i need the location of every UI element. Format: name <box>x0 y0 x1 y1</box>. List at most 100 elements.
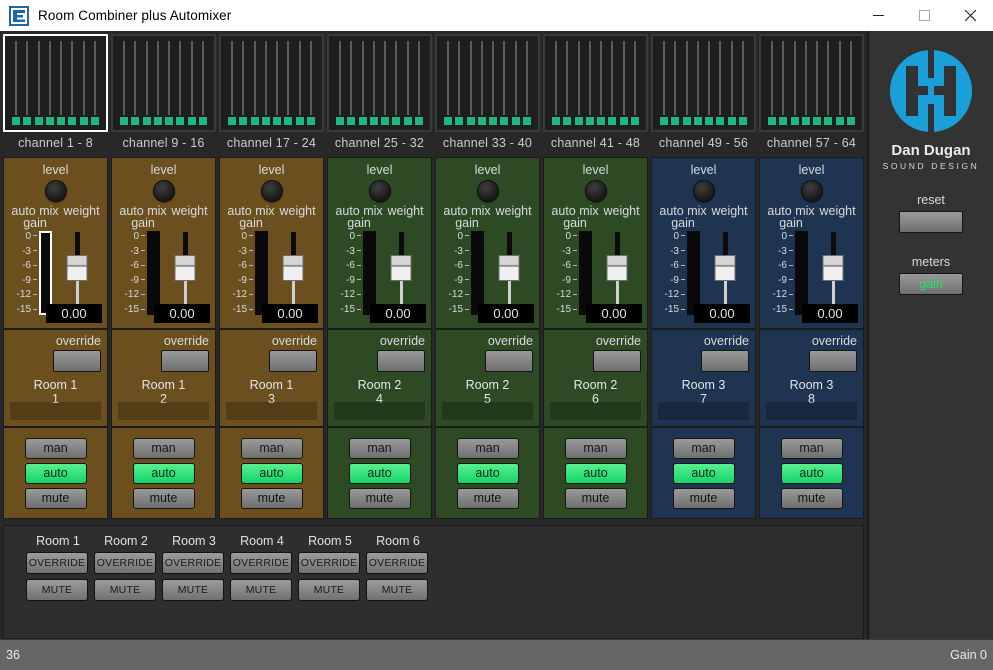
minimize-icon[interactable] <box>855 0 901 31</box>
weight-slider[interactable] <box>268 231 318 315</box>
mode-button-man[interactable]: man <box>564 437 627 459</box>
override-button[interactable] <box>377 350 425 372</box>
weight-slider-handle[interactable] <box>714 255 736 281</box>
override-button[interactable] <box>593 350 641 372</box>
mode-button-mute[interactable]: mute <box>456 487 519 509</box>
mode-button-auto[interactable]: auto <box>132 462 195 484</box>
weight-slider[interactable] <box>52 231 102 315</box>
level-knob[interactable] <box>44 180 67 202</box>
auto-mix-gain-meter[interactable] <box>795 231 808 315</box>
channel-tab-3[interactable]: channel 17 - 24 <box>219 34 324 157</box>
weight-value-field[interactable]: 0.00 <box>694 304 750 323</box>
meters-mode-button[interactable]: gain <box>899 273 963 295</box>
weight-value-field[interactable]: 0.00 <box>586 304 642 323</box>
override-button[interactable] <box>161 350 209 372</box>
level-knob[interactable] <box>152 180 175 202</box>
weight-slider-handle[interactable] <box>606 255 628 281</box>
mode-button-auto[interactable]: auto <box>564 462 627 484</box>
auto-mix-gain-meter[interactable] <box>39 231 52 315</box>
mode-button-mute[interactable]: mute <box>240 487 303 509</box>
weight-slider-handle[interactable] <box>822 255 844 281</box>
mode-button-auto[interactable]: auto <box>672 462 735 484</box>
weight-slider-handle[interactable] <box>66 255 88 281</box>
room-override-button[interactable]: OVERRIDE <box>366 552 428 574</box>
auto-mix-gain-meter[interactable] <box>687 231 700 315</box>
room-override-button[interactable]: OVERRIDE <box>162 552 224 574</box>
room-mute-button[interactable]: MUTE <box>366 579 428 601</box>
room-mute-button[interactable]: MUTE <box>26 579 88 601</box>
mode-button-mute[interactable]: mute <box>564 487 627 509</box>
channel-tab-4[interactable]: channel 25 - 32 <box>327 34 432 157</box>
weight-value-field[interactable]: 0.00 <box>262 304 318 323</box>
room-override-button[interactable]: OVERRIDE <box>94 552 156 574</box>
mode-button-mute[interactable]: mute <box>24 487 87 509</box>
weight-slider[interactable] <box>376 231 426 315</box>
mode-button-auto[interactable]: auto <box>780 462 843 484</box>
maximize-icon[interactable] <box>901 0 947 31</box>
channel-name-field[interactable] <box>10 402 101 420</box>
level-knob[interactable] <box>368 180 391 202</box>
weight-slider[interactable] <box>808 231 858 315</box>
auto-mix-gain-meter[interactable] <box>579 231 592 315</box>
mode-button-man[interactable]: man <box>672 437 735 459</box>
room-override-button[interactable]: OVERRIDE <box>230 552 292 574</box>
close-icon[interactable] <box>947 0 993 31</box>
weight-slider[interactable] <box>700 231 750 315</box>
mode-button-mute[interactable]: mute <box>672 487 735 509</box>
auto-mix-gain-meter[interactable] <box>363 231 376 315</box>
channel-name-field[interactable] <box>658 402 749 420</box>
mode-button-man[interactable]: man <box>780 437 843 459</box>
mode-button-man[interactable]: man <box>456 437 519 459</box>
channel-tab-7[interactable]: channel 49 - 56 <box>651 34 756 157</box>
mode-button-mute[interactable]: mute <box>348 487 411 509</box>
weight-value-field[interactable]: 0.00 <box>370 304 426 323</box>
override-button[interactable] <box>485 350 533 372</box>
channel-name-field[interactable] <box>766 402 857 420</box>
room-mute-button[interactable]: MUTE <box>162 579 224 601</box>
override-button[interactable] <box>269 350 317 372</box>
level-knob[interactable] <box>584 180 607 202</box>
weight-slider[interactable] <box>160 231 210 315</box>
room-override-button[interactable]: OVERRIDE <box>298 552 360 574</box>
channel-tab-1[interactable]: channel 1 - 8 <box>3 34 108 157</box>
room-mute-button[interactable]: MUTE <box>230 579 292 601</box>
weight-value-field[interactable]: 0.00 <box>154 304 210 323</box>
channel-name-field[interactable] <box>118 402 209 420</box>
reset-button[interactable] <box>899 211 963 233</box>
mode-button-man[interactable]: man <box>348 437 411 459</box>
channel-name-field[interactable] <box>226 402 317 420</box>
level-knob[interactable] <box>692 180 715 202</box>
auto-mix-gain-meter[interactable] <box>255 231 268 315</box>
channel-tab-2[interactable]: channel 9 - 16 <box>111 34 216 157</box>
channel-name-field[interactable] <box>334 402 425 420</box>
channel-tab-8[interactable]: channel 57 - 64 <box>759 34 864 157</box>
auto-mix-gain-meter[interactable] <box>471 231 484 315</box>
weight-value-field[interactable]: 0.00 <box>46 304 102 323</box>
mode-button-mute[interactable]: mute <box>780 487 843 509</box>
room-mute-button[interactable]: MUTE <box>298 579 360 601</box>
mode-button-man[interactable]: man <box>240 437 303 459</box>
weight-slider-handle[interactable] <box>390 255 412 281</box>
weight-slider-handle[interactable] <box>498 255 520 281</box>
weight-slider-handle[interactable] <box>174 255 196 281</box>
auto-mix-gain-meter[interactable] <box>147 231 160 315</box>
channel-tab-6[interactable]: channel 41 - 48 <box>543 34 648 157</box>
override-button[interactable] <box>701 350 749 372</box>
mode-button-auto[interactable]: auto <box>240 462 303 484</box>
override-button[interactable] <box>53 350 101 372</box>
mode-button-mute[interactable]: mute <box>132 487 195 509</box>
level-knob[interactable] <box>476 180 499 202</box>
channel-tab-5[interactable]: channel 33 - 40 <box>435 34 540 157</box>
mode-button-man[interactable]: man <box>132 437 195 459</box>
level-knob[interactable] <box>800 180 823 202</box>
weight-value-field[interactable]: 0.00 <box>478 304 534 323</box>
room-override-button[interactable]: OVERRIDE <box>26 552 88 574</box>
weight-slider-handle[interactable] <box>282 255 304 281</box>
room-mute-button[interactable]: MUTE <box>94 579 156 601</box>
weight-slider[interactable] <box>592 231 642 315</box>
mode-button-auto[interactable]: auto <box>456 462 519 484</box>
weight-slider[interactable] <box>484 231 534 315</box>
channel-name-field[interactable] <box>442 402 533 420</box>
level-knob[interactable] <box>260 180 283 202</box>
mode-button-auto[interactable]: auto <box>24 462 87 484</box>
